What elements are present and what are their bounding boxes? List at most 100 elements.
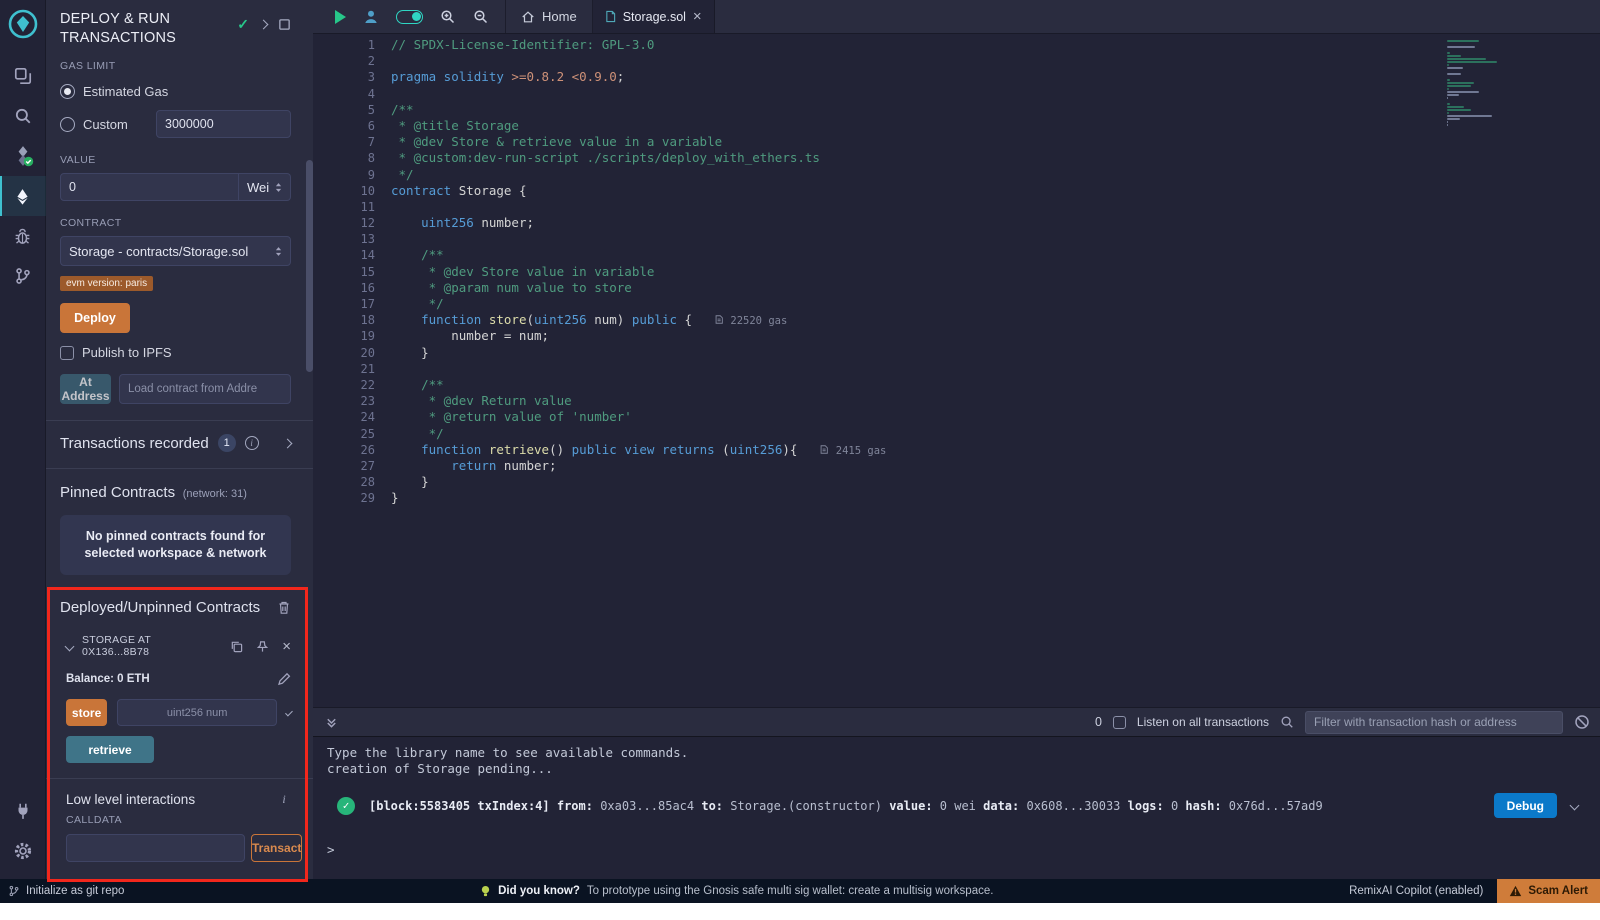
panel-scrollbar[interactable] <box>306 160 313 372</box>
code-line-8[interactable]: 8 * @custom:dev-run-script ./scripts/dep… <box>313 150 1600 166</box>
clear-terminal-icon[interactable] <box>1574 714 1590 730</box>
listen-all-checkbox[interactable] <box>1113 716 1126 729</box>
plugin-manager-icon[interactable] <box>0 791 46 831</box>
custom-gas-radio[interactable] <box>60 117 75 132</box>
code-line-9[interactable]: 9 */ <box>313 167 1600 183</box>
code-line-28[interactable]: 28 } <box>313 474 1600 490</box>
code-line-19[interactable]: 19 number = num; <box>313 328 1600 344</box>
code-line-10[interactable]: 10contract Storage { <box>313 183 1600 199</box>
edit-pencil-icon[interactable] <box>277 672 291 686</box>
git-icon[interactable] <box>0 256 46 296</box>
code-line-29[interactable]: 29} <box>313 490 1600 506</box>
code-line-26[interactable]: 26 function retrieve() public view retur… <box>313 442 1600 458</box>
code-line-3[interactable]: 3pragma solidity >=0.8.2 <0.9.0; <box>313 69 1600 85</box>
code-line-24[interactable]: 24 * @return value of 'number' <box>313 409 1600 425</box>
balance-label: Balance: 0 ETH <box>66 673 150 685</box>
low-level-label: Low level interactions <box>66 792 195 807</box>
zoom-out-icon[interactable] <box>473 9 489 25</box>
copilot-status[interactable]: RemixAI Copilot (enabled) <box>1349 885 1483 897</box>
publish-ipfs-checkbox[interactable] <box>60 346 74 360</box>
info-icon[interactable]: i <box>277 793 291 807</box>
publish-ipfs-label: Publish to IPFS <box>82 345 172 360</box>
zoom-in-icon[interactable] <box>440 9 456 25</box>
chevron-right-icon[interactable] <box>283 438 293 448</box>
code-line-25[interactable]: 25 */ <box>313 426 1600 442</box>
editor-toolbar: Home Storage.sol × <box>313 0 1600 34</box>
ai-assistant-icon[interactable] <box>363 9 379 25</box>
calldata-input[interactable] <box>66 834 245 862</box>
remix-logo-icon[interactable] <box>5 6 41 42</box>
code-line-5[interactable]: 5/** <box>313 102 1600 118</box>
code-line-4[interactable]: 4 <box>313 86 1600 102</box>
run-script-play-icon[interactable] <box>335 10 346 24</box>
contract-instance-header[interactable]: STORAGE AT 0X136...8B78 × <box>60 634 291 658</box>
store-param-input[interactable] <box>117 699 277 726</box>
tab-storage-sol[interactable]: Storage.sol × <box>593 0 715 33</box>
code-line-2[interactable]: 2 <box>313 53 1600 69</box>
listen-count: 0 <box>1095 715 1102 729</box>
solidity-compiler-icon[interactable] <box>0 136 46 176</box>
store-function-button[interactable]: store <box>66 699 107 726</box>
terminal-prompt[interactable]: > <box>327 842 1588 858</box>
tab-label: Storage.sol <box>623 10 686 24</box>
code-line-23[interactable]: 23 * @dev Return value <box>313 393 1600 409</box>
code-line-21[interactable]: 21 <box>313 361 1600 377</box>
code-line-6[interactable]: 6 * @title Storage <box>313 118 1600 134</box>
debug-button[interactable]: Debug <box>1494 793 1557 818</box>
custom-gas-input[interactable] <box>156 110 291 138</box>
code-line-22[interactable]: 22 /** <box>313 377 1600 393</box>
expand-params-chevron-icon[interactable] <box>285 709 293 717</box>
search-icon[interactable] <box>0 96 46 136</box>
pin-icon[interactable] <box>256 640 269 653</box>
deploy-button[interactable]: Deploy <box>60 303 130 333</box>
chevron-right-icon[interactable] <box>259 20 269 30</box>
debugger-icon[interactable] <box>0 216 46 256</box>
transaction-filter-input[interactable] <box>1305 711 1563 734</box>
code-line-27[interactable]: 27 return number; <box>313 458 1600 474</box>
close-icon[interactable]: × <box>282 639 291 654</box>
trash-icon[interactable] <box>277 600 291 615</box>
value-input[interactable] <box>60 173 239 201</box>
copy-icon[interactable] <box>230 640 243 653</box>
code-line-15[interactable]: 15 * @dev Store value in variable <box>313 264 1600 280</box>
expand-terminal-icon[interactable] <box>325 716 338 729</box>
search-icon[interactable] <box>1280 715 1294 729</box>
pinned-network-label: (network: 31) <box>183 488 247 500</box>
sort-arrows-icon <box>275 182 282 193</box>
contract-select[interactable]: Storage - contracts/Storage.sol <box>60 236 291 266</box>
scam-alert-badge[interactable]: Scam Alert <box>1497 879 1600 903</box>
info-icon[interactable]: i <box>245 436 259 450</box>
code-line-17[interactable]: 17 */ <box>313 296 1600 312</box>
at-address-input[interactable] <box>119 374 291 404</box>
code-line-11[interactable]: 11 <box>313 199 1600 215</box>
tab-close-icon[interactable]: × <box>693 9 702 24</box>
at-address-button[interactable]: At Address <box>60 374 111 404</box>
git-init-button[interactable]: Initialize as git repo <box>8 885 124 897</box>
pin-panel-icon[interactable] <box>278 18 291 31</box>
value-unit-select[interactable]: Wei <box>239 173 291 201</box>
code-line-13[interactable]: 13 <box>313 231 1600 247</box>
code-line-20[interactable]: 20 } <box>313 345 1600 361</box>
transact-button[interactable]: Transact <box>251 834 302 862</box>
chevron-down-icon[interactable] <box>65 641 75 651</box>
settings-gear-icon[interactable] <box>0 831 46 871</box>
home-tab[interactable]: Home <box>506 0 592 33</box>
deploy-and-run-icon[interactable] <box>0 176 46 216</box>
retrieve-function-button[interactable]: retrieve <box>66 736 154 763</box>
estimated-gas-radio[interactable] <box>60 84 75 99</box>
code-line-7[interactable]: 7 * @dev Store & retrieve value in a var… <box>313 134 1600 150</box>
editor-minimap[interactable] <box>1447 40 1505 127</box>
code-editor[interactable]: 1// SPDX-License-Identifier: GPL-3.023pr… <box>313 34 1600 707</box>
code-line-12[interactable]: 12 uint256 number; <box>313 215 1600 231</box>
code-line-18[interactable]: 18 function store(uint256 num) public { … <box>313 312 1600 328</box>
code-line-1[interactable]: 1// SPDX-License-Identifier: GPL-3.0 <box>313 37 1600 53</box>
status-bar: Initialize as git repo Did you know? To … <box>0 879 1600 903</box>
transaction-log-entry[interactable]: ✓ [block:5583405 txIndex:4] from: 0xa03.… <box>327 793 1588 818</box>
copilot-toggle[interactable] <box>396 10 423 24</box>
icon-panel-bottom <box>0 791 46 871</box>
code-line-14[interactable]: 14 /** <box>313 247 1600 263</box>
expand-transaction-chevron-icon[interactable] <box>1570 801 1580 811</box>
code-line-16[interactable]: 16 * @param num value to store <box>313 280 1600 296</box>
file-explorer-icon[interactable] <box>0 56 46 96</box>
terminal-output[interactable]: Type the library name to see available c… <box>313 737 1600 879</box>
